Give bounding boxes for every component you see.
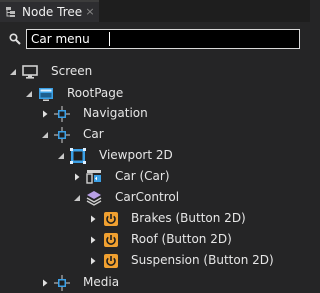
text-caret <box>109 32 110 46</box>
expanded-arrow-icon[interactable] <box>40 130 50 140</box>
tree-node-label: Suspension (Button 2D) <box>131 253 274 267</box>
tree-node-label: Viewport 2D <box>99 148 173 162</box>
expanded-arrow-icon[interactable] <box>24 89 34 99</box>
panel-titlebar: Node Tree × <box>0 0 310 22</box>
tab-title: Node Tree <box>22 5 83 19</box>
tree-node-label: Navigation <box>83 106 148 120</box>
collapsed-arrow-icon[interactable] <box>88 235 98 245</box>
camera-node-icon <box>86 170 101 184</box>
collapsed-arrow-icon[interactable] <box>88 214 98 224</box>
tree-node-label: RootPage <box>67 86 124 100</box>
tree-row[interactable]: Car (Car) <box>0 167 310 187</box>
expanded-arrow-icon[interactable] <box>56 151 66 161</box>
search-input[interactable] <box>31 31 291 47</box>
collapsed-arrow-icon[interactable] <box>40 109 50 119</box>
tree-row[interactable]: Screen <box>0 62 310 82</box>
tree-node-label: Media <box>83 275 120 289</box>
expanded-arrow-icon[interactable] <box>72 193 82 203</box>
viewport-icon <box>70 148 86 164</box>
tree-node-label: Roof (Button 2D) <box>131 232 232 246</box>
tree-node-label: Brakes (Button 2D) <box>131 211 246 225</box>
collapsed-arrow-icon[interactable] <box>72 172 82 182</box>
tree-row[interactable]: Navigation <box>0 104 310 124</box>
expanded-arrow-icon[interactable] <box>8 67 18 77</box>
layers-icon <box>86 191 102 206</box>
tab-node-tree[interactable]: Node Tree × <box>0 0 99 22</box>
monitor-icon <box>22 65 38 79</box>
close-icon[interactable]: × <box>84 5 96 19</box>
tree-row[interactable]: CarControl <box>0 188 310 208</box>
collapsed-arrow-icon[interactable] <box>88 256 98 266</box>
collapsed-arrow-icon[interactable] <box>40 278 50 288</box>
tree-node-label: Screen <box>51 64 93 78</box>
tree-row[interactable]: Media <box>0 273 310 293</box>
power-button-icon <box>104 233 118 247</box>
search-box[interactable] <box>26 29 300 49</box>
power-button-icon <box>104 254 118 268</box>
tree-row[interactable]: Viewport 2D <box>0 146 310 166</box>
tree-row[interactable]: RootPage <box>0 84 310 104</box>
tree-node-label: CarControl <box>115 190 180 204</box>
search-icon <box>9 33 21 45</box>
node-icon <box>54 106 70 122</box>
node-icon <box>54 127 70 143</box>
tree-row[interactable]: Car <box>0 125 310 145</box>
tree-node-label: Car (Car) <box>115 169 170 183</box>
tree-row[interactable]: Roof (Button 2D) <box>0 230 310 250</box>
node-tree-icon <box>6 7 15 17</box>
page-icon <box>39 88 53 101</box>
node-icon <box>54 275 70 291</box>
tree-row[interactable]: Suspension (Button 2D) <box>0 251 310 271</box>
tree-node-label: Car <box>83 127 104 141</box>
power-button-icon <box>104 212 118 226</box>
tree-row[interactable]: Brakes (Button 2D) <box>0 209 310 229</box>
